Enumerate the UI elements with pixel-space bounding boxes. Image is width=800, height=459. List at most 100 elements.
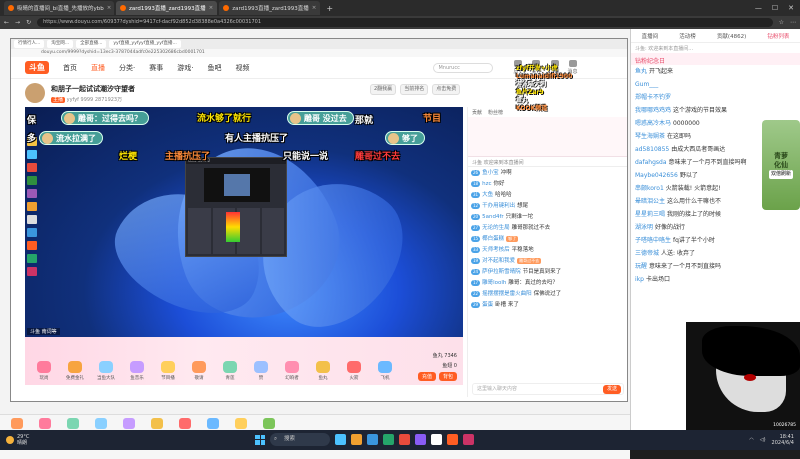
gift-item[interactable]: 幻响者 [279, 361, 305, 381]
close-window-icon[interactable]: ✕ [788, 4, 794, 12]
item-icon [151, 418, 163, 429]
gift-icon [285, 361, 299, 373]
inner-tab[interactable]: 行情行人... [14, 40, 45, 48]
gift-item[interactable]: 玩尚 [31, 361, 57, 381]
taskbar-app-icon[interactable] [335, 434, 346, 445]
douyu-favicon-icon [120, 5, 126, 11]
back-icon[interactable]: ← [4, 19, 9, 26]
maximize-icon[interactable]: ☐ [772, 4, 778, 12]
gift-item[interactable]: 当鱼大队 [93, 361, 119, 381]
inner-tab[interactable]: yyf直播_yyfyyf直播_yyf直播... [109, 40, 181, 48]
gift-item[interactable]: 鱼音乐 [124, 361, 150, 381]
new-tab-button[interactable]: + [322, 4, 337, 13]
desktop-icon[interactable] [27, 150, 37, 159]
gift-item[interactable]: 鱼丸 [310, 361, 336, 381]
gift-item[interactable]: 青莲 [217, 361, 243, 381]
tab-room[interactable]: 直播间 [642, 32, 659, 40]
room-title: 和朋子一起试试潮汐守望者 [51, 85, 135, 93]
chat-line: 我哪哪鸡鸡鸡 这个游戏的节目效果 [635, 107, 728, 114]
wifi-icon[interactable]: ◠ [749, 437, 753, 443]
anchor-name[interactable]: yyfyf [67, 97, 79, 103]
forward-icon[interactable]: → [15, 19, 20, 26]
douyu-logo[interactable]: 斗鱼 [25, 61, 49, 74]
taskbar-app-icon[interactable] [431, 434, 442, 445]
taskbar-app-icon[interactable] [463, 434, 474, 445]
minimize-icon[interactable]: — [755, 4, 762, 12]
desktop-icon[interactable] [27, 189, 37, 198]
inner-url[interactable]: douyu.com/9999?dyshid=13ec3-3787044adfc0… [11, 49, 627, 57]
taskbar-app-icon[interactable] [367, 434, 378, 445]
video-player[interactable]: OBS 30.0.2 雕哥：过得去吗？ 流水拉满了 雕哥 没过去 够了 流水够了… [25, 107, 463, 337]
gift-icon [192, 361, 206, 373]
danmaku-text: 节目 [423, 114, 442, 124]
desktop-icon[interactable] [27, 176, 37, 185]
room-chat-panel: 贡献 粉丝榜 斗鱼 欢迎来到本直播间 26 鱼小宝 冲啊 18 hzc 你好 31 大鱼哈… [467, 107, 627, 397]
gift-item[interactable]: 飞机 [372, 361, 398, 381]
url-field[interactable]: https://www.douyu.com/60937?dyshid=9417c… [37, 18, 773, 27]
desktop-icon[interactable] [27, 241, 37, 250]
tab-diamond-fans[interactable]: 钻粉列表 [767, 32, 789, 40]
room-rank[interactable]: 当前排名 [400, 84, 429, 95]
inner-tab[interactable]: 全部直播... [76, 40, 107, 48]
windows-start-icon[interactable] [255, 434, 265, 445]
taskbar-search[interactable]: 搜索 [270, 433, 330, 446]
anchor-avatar[interactable] [25, 83, 45, 103]
chat-line: 24 萨伊拉斯雪晴院 节目是真到来了 [471, 269, 562, 275]
tab-contribution[interactable]: 贡献(4862) [717, 32, 746, 40]
browser-tab-1[interactable]: 吸睛的直播间_bi直播_先播放的ybb × [4, 1, 114, 15]
chat-line: 31 大鱼 哈哈哈 [471, 192, 512, 198]
desktop-icon[interactable] [27, 163, 37, 172]
taskbar-app-icon[interactable] [383, 434, 394, 445]
desktop-icon[interactable] [27, 254, 37, 263]
browser-tab-2[interactable]: zard1993直播_zard1993直播 × [116, 1, 218, 15]
browser-tab-3[interactable]: zard1993直播_zard1993直播 × [219, 1, 321, 15]
gift-item[interactable]: 节目播 [155, 361, 181, 381]
room-button[interactable]: 点击免费 [432, 84, 461, 95]
nav-live[interactable]: 直播 [91, 63, 105, 73]
obs-window[interactable]: OBS 30.0.2 [185, 157, 287, 257]
inner-tab[interactable]: 淘宝网... [47, 40, 74, 48]
backpack-button[interactable]: 背包 [438, 372, 457, 381]
star-icon[interactable]: ☆ [779, 19, 784, 26]
search-input[interactable]: Mnurucc [433, 62, 494, 73]
weather-widget[interactable]: 29°C 晴朗 [6, 434, 29, 446]
danmaku-pill: 雕哥：过得去吗？ [61, 111, 149, 125]
nav-fishbar[interactable]: 鱼吧 [207, 63, 221, 73]
gift-item[interactable]: 敬请 [186, 361, 212, 381]
desktop-icon[interactable] [27, 215, 37, 224]
taskbar-app-icon[interactable] [399, 434, 410, 445]
taskbar-app-icon[interactable] [351, 434, 362, 445]
item-icon [207, 418, 219, 429]
activity-sticker[interactable]: 青萝 化仙 双倍刷新 [762, 120, 800, 210]
tab-contribution[interactable]: 贡献 [472, 109, 482, 116]
chat-input[interactable]: 这里输入聊天内容 发送 [472, 383, 624, 395]
room-button[interactable]: 2翻我赢 [370, 84, 397, 95]
video-corner-tag: 斗鱼 南词等 [27, 328, 60, 335]
gift-item[interactable]: 免费金礼 [62, 361, 88, 381]
item-icon [179, 418, 191, 429]
volume-icon[interactable]: ◁) [760, 437, 766, 443]
tab-fans[interactable]: 粉丝榜 [488, 109, 503, 116]
menu-icon[interactable]: ⋯ [790, 19, 796, 26]
send-button[interactable]: 发送 [602, 385, 621, 394]
nav-games[interactable]: 游戏· [177, 63, 193, 73]
nav-events[interactable]: 赛事 [149, 63, 163, 73]
close-icon[interactable]: × [107, 5, 112, 11]
close-icon[interactable]: × [312, 5, 317, 11]
tab-activity[interactable]: 活动榜 [679, 32, 696, 40]
desktop-icon[interactable] [27, 267, 37, 276]
nav-category[interactable]: 分类· [119, 63, 135, 73]
gift-item[interactable]: 火箭 [341, 361, 367, 381]
recharge-button[interactable]: 充值 [417, 372, 436, 381]
taskbar-app-icon[interactable] [447, 434, 458, 445]
nav-home[interactable]: 首页 [63, 63, 77, 73]
close-icon[interactable]: × [209, 5, 214, 11]
desktop-icon[interactable] [27, 202, 37, 211]
gift-item[interactable]: 赞 [248, 361, 274, 381]
taskbar-app-icon[interactable] [415, 434, 426, 445]
nav-video[interactable]: 视频 [235, 63, 249, 73]
refresh-icon[interactable]: ↻ [26, 19, 31, 26]
chat-line: ikp 卡出场口 [635, 276, 670, 283]
desktop-icon[interactable] [27, 228, 37, 237]
clock-date[interactable]: 2024/6/4 [772, 440, 794, 446]
